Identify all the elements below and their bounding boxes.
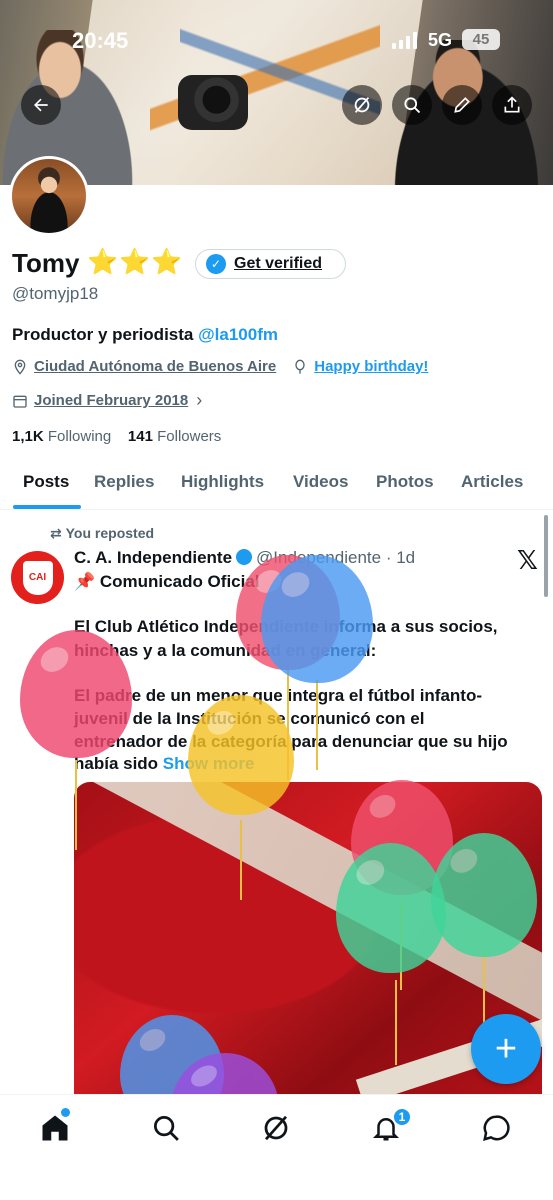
- active-tab-indicator: [13, 505, 81, 509]
- battery-icon: 45: [462, 29, 500, 50]
- tab-articles[interactable]: Articles: [461, 472, 523, 492]
- repost-indicator: ⇄ You reposted: [50, 525, 155, 541]
- status-bar: 20:45 5G 45: [0, 28, 553, 56]
- grok-button[interactable]: [342, 85, 382, 125]
- balloon-icon: [261, 555, 373, 683]
- notifications-badge: 1: [392, 1107, 412, 1127]
- profile-bio: Productor y periodista @la100fm: [12, 325, 278, 344]
- get-verified-button[interactable]: ✓ Get verified: [195, 249, 346, 279]
- calendar-icon: [13, 395, 27, 408]
- search-button[interactable]: [392, 85, 432, 125]
- home-icon: [42, 1115, 68, 1141]
- network-label: 5G: [428, 30, 453, 50]
- tab-posts[interactable]: Posts: [23, 472, 69, 492]
- share-button[interactable]: [492, 85, 532, 125]
- location-link[interactable]: Ciudad Autónoma de Buenos Aire: [34, 358, 276, 375]
- home-new-dot: [61, 1108, 70, 1117]
- avatar[interactable]: [9, 156, 89, 236]
- chevron-right-icon: ›: [196, 390, 203, 410]
- followers-link[interactable]: 141 Followers: [128, 428, 221, 445]
- following-link[interactable]: 1,1K Following: [12, 428, 111, 445]
- joined-row[interactable]: Joined February 2018 ›: [12, 390, 202, 411]
- chat-icon: [483, 1115, 510, 1142]
- birthday-link[interactable]: Happy birthday!: [314, 358, 428, 375]
- bio-mention-link[interactable]: @la100fm: [198, 325, 278, 344]
- tweet-header: C. A. Independiente@Independiente · 1d: [74, 548, 415, 568]
- back-button[interactable]: [21, 85, 61, 125]
- tab-highlights[interactable]: Highlights: [181, 472, 264, 492]
- nav-messages[interactable]: [481, 1113, 513, 1145]
- nav-search[interactable]: [151, 1113, 183, 1145]
- profile-name: Tomy: [12, 248, 80, 278]
- balloon-icon: [431, 833, 537, 957]
- tweet-time: · 1d: [385, 548, 416, 567]
- pencil-icon: [454, 97, 470, 113]
- nav-home[interactable]: [40, 1113, 72, 1145]
- tweet-line: El padre de un menor que integra el fútb…: [74, 686, 483, 705]
- compose-button[interactable]: +: [471, 1014, 541, 1084]
- verified-badge-icon: [236, 549, 253, 565]
- tab-videos[interactable]: Videos: [293, 472, 348, 492]
- grok-icon: [354, 97, 370, 113]
- tab-photos[interactable]: Photos: [376, 472, 434, 492]
- x-logo-icon: 𝕏: [517, 545, 538, 575]
- search-icon: [404, 97, 421, 114]
- profile-meta-row: Ciudad Autónoma de Buenos Aire Happy bir…: [12, 358, 428, 375]
- follow-stats: 1,1K Following 141 Followers: [12, 428, 221, 445]
- tweet-author-name[interactable]: C. A. Independiente: [74, 548, 232, 567]
- bottom-nav: 1: [0, 1094, 553, 1200]
- grok-icon: [264, 1115, 288, 1141]
- club-shield-logo: CAI: [22, 560, 53, 595]
- tweet-author-avatar[interactable]: CAI: [11, 551, 64, 604]
- balloon-icon: [188, 695, 294, 815]
- balloon-icon: [20, 630, 132, 758]
- tab-replies[interactable]: Replies: [94, 472, 154, 492]
- scrollbar[interactable]: [544, 515, 548, 597]
- repost-icon: ⇄: [50, 525, 62, 541]
- signal-icon: [392, 32, 417, 49]
- nav-grok[interactable]: [261, 1113, 293, 1145]
- banner-camera: [178, 75, 248, 130]
- profile-handle: @tomyjp18: [12, 284, 99, 303]
- balloon-icon: [336, 843, 446, 973]
- verified-badge-icon: ✓: [206, 254, 226, 274]
- name-stars: ⭐⭐⭐: [87, 248, 184, 276]
- balloon-icon: [295, 359, 305, 374]
- search-icon: [154, 1116, 179, 1141]
- location-icon: [14, 359, 26, 375]
- share-icon: [504, 96, 520, 113]
- tweet-line: 📌 Comunicado Oficial: [74, 572, 260, 591]
- get-verified-label: Get verified: [234, 255, 323, 272]
- arrow-left-icon: [34, 98, 48, 112]
- edit-profile-button[interactable]: [442, 85, 482, 125]
- profile-tabs: Posts Replies Highlights Videos Photos A…: [0, 462, 553, 510]
- status-time: 20:45: [72, 28, 129, 53]
- joined-date[interactable]: Joined February 2018: [34, 392, 188, 409]
